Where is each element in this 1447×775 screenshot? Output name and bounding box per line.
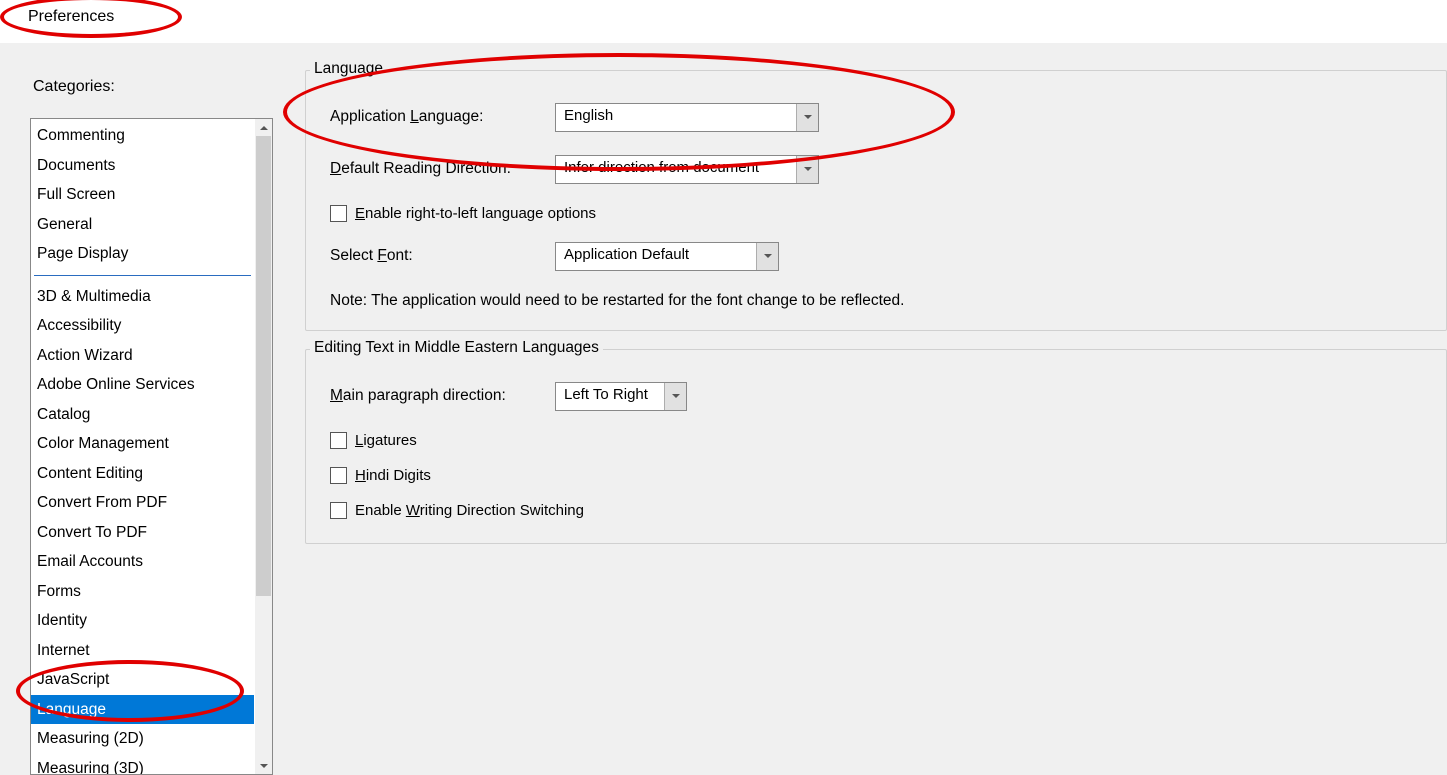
category-item[interactable]: Adobe Online Services xyxy=(31,370,254,400)
chevron-down-icon xyxy=(764,254,772,258)
select-font-label: Select Font: xyxy=(330,247,555,265)
category-item[interactable]: Catalog xyxy=(31,400,254,430)
ligatures-checkbox[interactable] xyxy=(330,432,347,449)
category-item[interactable]: Color Management xyxy=(31,429,254,459)
ligatures-label: Ligatures xyxy=(355,432,417,449)
language-group: Language Application Language: English D… xyxy=(305,70,1447,331)
writing-direction-label: Enable Writing Direction Switching xyxy=(355,502,584,519)
writing-direction-checkbox[interactable] xyxy=(330,502,347,519)
application-language-label: Application Language: xyxy=(330,108,555,126)
category-item[interactable]: Language xyxy=(31,695,254,725)
application-language-select[interactable]: English xyxy=(555,103,819,132)
chevron-down-icon xyxy=(260,764,268,768)
category-item[interactable]: Convert To PDF xyxy=(31,518,254,548)
language-group-legend: Language xyxy=(310,60,387,78)
category-item[interactable]: JavaScript xyxy=(31,665,254,695)
hindi-digits-label: Hindi Digits xyxy=(355,467,431,484)
category-item[interactable]: 3D & Multimedia xyxy=(31,282,254,312)
enable-rtl-label: Enable right-to-left language options xyxy=(355,205,596,222)
select-font-value: Application Default xyxy=(556,243,756,270)
reading-direction-value: Infer direction from document xyxy=(556,156,796,183)
chevron-up-icon xyxy=(260,126,268,130)
dropdown-button[interactable] xyxy=(664,383,686,410)
category-item[interactable]: Internet xyxy=(31,636,254,666)
categories-label: Categories: xyxy=(33,78,115,96)
enable-rtl-checkbox[interactable] xyxy=(330,205,347,222)
category-item[interactable]: Measuring (2D) xyxy=(31,724,254,754)
settings-panel: Language Application Language: English D… xyxy=(305,70,1447,562)
category-item[interactable]: Accessibility xyxy=(31,311,254,341)
chevron-down-icon xyxy=(804,115,812,119)
hindi-digits-checkbox[interactable] xyxy=(330,467,347,484)
category-item[interactable]: Commenting xyxy=(31,121,254,151)
categories-scrollbar[interactable] xyxy=(255,119,272,774)
category-item[interactable]: Action Wizard xyxy=(31,341,254,371)
category-item[interactable]: Page Display xyxy=(31,239,254,269)
chevron-down-icon xyxy=(804,167,812,171)
select-font-select[interactable]: Application Default xyxy=(555,242,779,271)
category-item[interactable]: Email Accounts xyxy=(31,547,254,577)
reading-direction-label: Default Reading Direction: xyxy=(330,160,555,178)
category-item[interactable]: General xyxy=(31,210,254,240)
dropdown-button[interactable] xyxy=(796,104,818,131)
font-restart-note: Note: The application would need to be r… xyxy=(330,292,1422,310)
application-language-value: English xyxy=(556,104,796,131)
dropdown-button[interactable] xyxy=(756,243,778,270)
chevron-down-icon xyxy=(672,394,680,398)
paragraph-direction-select[interactable]: Left To Right xyxy=(555,382,687,411)
category-item[interactable]: Content Editing xyxy=(31,459,254,489)
dropdown-button[interactable] xyxy=(796,156,818,183)
category-item[interactable]: Convert From PDF xyxy=(31,488,254,518)
categories-listbox[interactable]: CommentingDocumentsFull ScreenGeneralPag… xyxy=(30,118,273,775)
category-divider xyxy=(34,275,251,276)
scroll-up-button[interactable] xyxy=(255,119,272,136)
middle-eastern-group: Editing Text in Middle Eastern Languages… xyxy=(305,349,1447,544)
category-item[interactable]: Measuring (3D) xyxy=(31,754,254,775)
category-item[interactable]: Forms xyxy=(31,577,254,607)
scroll-thumb[interactable] xyxy=(256,136,271,596)
category-item[interactable]: Documents xyxy=(31,151,254,181)
paragraph-direction-label: Main paragraph direction: xyxy=(330,387,555,405)
paragraph-direction-value: Left To Right xyxy=(556,383,664,410)
reading-direction-select[interactable]: Infer direction from document xyxy=(555,155,819,184)
category-item[interactable]: Full Screen xyxy=(31,180,254,210)
category-item[interactable]: Identity xyxy=(31,606,254,636)
scroll-down-button[interactable] xyxy=(255,757,272,774)
middle-eastern-group-legend: Editing Text in Middle Eastern Languages xyxy=(310,339,603,357)
window-title: Preferences xyxy=(28,8,114,26)
